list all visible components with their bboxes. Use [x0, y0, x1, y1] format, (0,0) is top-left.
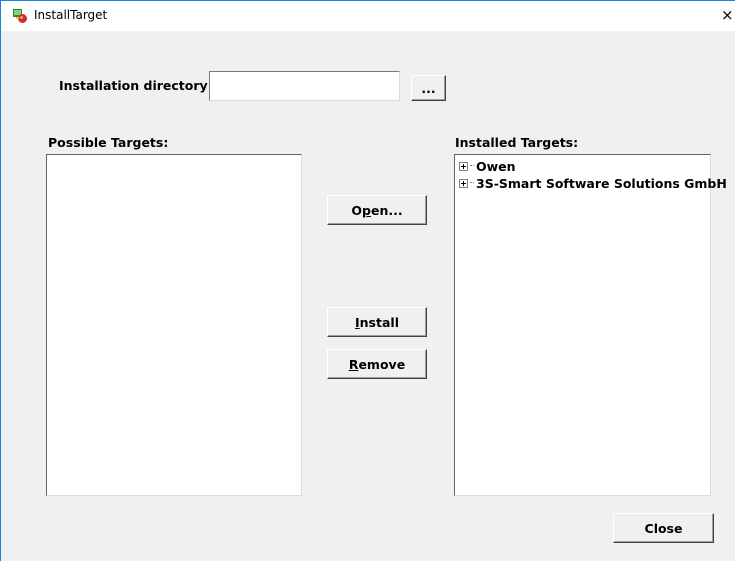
remove-button-label-after: emove — [358, 356, 406, 372]
installtarget-app-icon — [13, 9, 27, 23]
tree-node-label[interactable]: Owen — [476, 159, 516, 174]
tree-node-label[interactable]: 3S-Smart Software Solutions GmbH — [476, 176, 727, 191]
installtarget-window: InstallTarget × Installation directory: … — [0, 0, 735, 561]
install-button[interactable]: Install — [327, 307, 427, 337]
installation-directory-label: Installation directory: — [59, 78, 213, 93]
possible-targets-list[interactable] — [46, 154, 302, 496]
remove-button[interactable]: Remove — [327, 349, 427, 379]
title-bar: InstallTarget × — [1, 1, 735, 31]
tree-node-owen[interactable]: Owen — [459, 158, 516, 174]
tree-connector — [470, 182, 474, 184]
installation-directory-input[interactable] — [209, 71, 400, 101]
open-button[interactable]: Op en... — [327, 195, 427, 225]
open-button-label-before: O — [351, 202, 363, 218]
install-button-label-after: nstall — [359, 314, 399, 330]
close-button[interactable]: Close — [613, 513, 714, 543]
installed-targets-tree[interactable]: Owen 3S-Smart Software Solutions GmbH — [454, 154, 727, 496]
open-button-mnemonic: p — [362, 202, 371, 218]
browse-directory-button[interactable]: ... — [411, 75, 446, 101]
close-icon[interactable]: × — [721, 4, 735, 26]
remove-button-mnemonic: R — [348, 356, 359, 372]
open-button-label-after: en... — [370, 202, 403, 218]
tree-connector — [470, 165, 474, 167]
tree-node-3s-smart-software[interactable]: 3S-Smart Software Solutions GmbH — [459, 175, 727, 191]
expand-plus-icon[interactable] — [459, 178, 468, 188]
installed-targets-label: Installed Targets: — [455, 135, 579, 150]
expand-plus-icon[interactable] — [459, 161, 468, 171]
possible-targets-label: Possible Targets: — [48, 135, 169, 150]
window-title: InstallTarget — [34, 8, 108, 22]
